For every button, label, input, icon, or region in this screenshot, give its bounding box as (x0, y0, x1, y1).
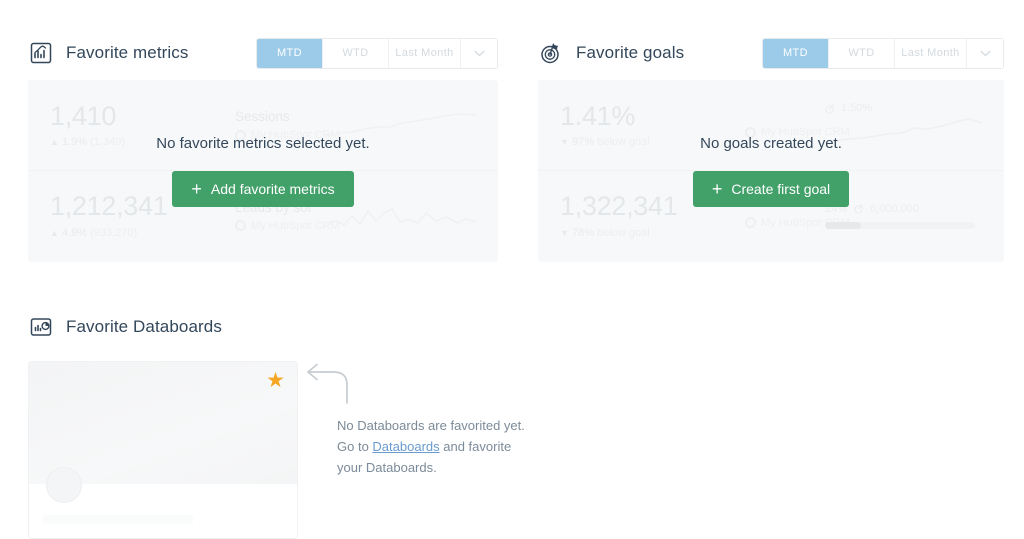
sparkline-goal-icon (832, 114, 982, 148)
add-favorite-metrics-label: Add favorite metrics (211, 181, 335, 197)
databoard-owner-avatar (46, 467, 82, 503)
empty-line-2-before: Go to (337, 439, 372, 454)
curved-arrow-left-icon (303, 363, 351, 405)
delta-arrow-icon: ▼ (560, 228, 569, 238)
ghost-goal-value: 1.41% (560, 102, 745, 130)
favorite-databoards-title: Favorite Databoards (66, 317, 222, 337)
databoard-placeholder-card[interactable]: ★ (28, 361, 298, 539)
plus-icon: + (712, 180, 723, 198)
ghost-goal-delta: ▼ 78% below goal (560, 227, 745, 239)
ghost-metric-value: 1,410 (50, 102, 235, 130)
create-first-goal-label: Create first goal (731, 181, 830, 197)
metrics-tab-last-month[interactable]: Last Month (389, 39, 461, 68)
delta-arrow-icon: ▲ (50, 137, 59, 147)
chevron-down-icon (980, 50, 991, 57)
target-value: 1.50% (841, 102, 872, 114)
source-dot-icon (235, 220, 246, 231)
favorite-goals-title: Favorite goals (576, 43, 684, 63)
databoard-card-icon (28, 314, 54, 340)
favorite-goals-section: Favorite goals MTD WTD Last Month 1.41% (538, 36, 1004, 262)
favorite-databoards-header: Favorite Databoards (28, 310, 498, 344)
ghost-goal-source: My HubSpot CRM (745, 217, 817, 229)
delta-arrow-icon: ▼ (560, 137, 569, 147)
target-small-icon (825, 103, 836, 114)
empty-line-2-after: and favorite (440, 439, 512, 454)
metrics-period-tabs[interactable]: MTD WTD Last Month (256, 38, 498, 69)
favorite-metrics-card: 1,410 ▲ 1.9% (1,349) Sessions My HubSpot… (28, 80, 498, 262)
delta-compare: below goal (597, 136, 650, 148)
databoard-title-placeholder (43, 515, 193, 524)
goal-progress-fill (825, 222, 861, 229)
databoards-link[interactable]: Databoards (372, 439, 439, 454)
star-filled-icon[interactable]: ★ (266, 370, 285, 391)
create-first-goal-button[interactable]: + Create first goal (693, 171, 849, 207)
target-value: 6,000,000 (870, 203, 919, 215)
delta-compare: (1,349) (90, 136, 125, 148)
databoard-thumbnail (29, 362, 297, 484)
delta-value: 97% (572, 136, 594, 148)
goal-progress-bar (825, 222, 975, 229)
delta-value: 78% (572, 227, 594, 239)
ghost-metric-delta: ▲ 4.9% (933,270) (50, 227, 235, 239)
empty-line-1: No Databoards are favorited yet. (337, 415, 563, 436)
favorite-goals-empty-message: No goals created yet. (700, 135, 842, 152)
goals-tab-last-month[interactable]: Last Month (895, 39, 967, 68)
metrics-tab-mtd[interactable]: MTD (257, 39, 323, 68)
target-flag-icon (538, 40, 564, 66)
chevron-down-icon (474, 50, 485, 57)
databoards-empty-text: No Databoards are favorited yet. Go to D… (337, 415, 563, 478)
favorite-metrics-header: Favorite metrics MTD WTD Last Month (28, 36, 498, 70)
goals-tabs-more-button[interactable] (967, 39, 1003, 68)
favorite-metrics-section: Favorite metrics MTD WTD Last Month 1,41… (28, 36, 498, 262)
delta-compare: (933,270) (90, 227, 137, 239)
empty-line-3: your Databoards. (337, 457, 563, 478)
target-small-icon (854, 203, 865, 214)
favorite-goals-header: Favorite goals MTD WTD Last Month (538, 36, 1004, 70)
source-dot-icon (745, 217, 756, 228)
ghost-metric-row: 1,410 ▲ 1.9% (1,349) Sessions My HubSpot… (28, 80, 498, 170)
ghost-metric-name: Sessions (235, 109, 311, 124)
favorite-metrics-title: Favorite metrics (66, 43, 189, 63)
ghost-goal-target: 1.50% (825, 102, 872, 114)
metrics-chart-card-icon (28, 40, 54, 66)
goals-tab-wtd[interactable]: WTD (829, 39, 895, 68)
databoards-empty-state: No Databoards are favorited yet. Go to D… (303, 363, 563, 478)
empty-line-2: Go to Databoards and favorite (337, 436, 563, 457)
delta-arrow-icon: ▲ (50, 228, 59, 238)
delta-compare: below goal (597, 227, 650, 239)
goals-tab-mtd[interactable]: MTD (763, 39, 829, 68)
metrics-tabs-more-button[interactable] (461, 39, 497, 68)
ghost-goal-row: 1.41% ▼ 97% below goal My HubSpot CRM (538, 80, 1004, 170)
delta-value: 4.9% (62, 227, 87, 239)
favorite-metrics-empty-message: No favorite metrics selected yet. (156, 135, 369, 152)
delta-value: 1.9% (62, 136, 87, 148)
ghost-metric-source: My HubSpot CRM (235, 220, 311, 232)
plus-icon: + (191, 180, 202, 198)
metrics-tab-wtd[interactable]: WTD (323, 39, 389, 68)
dashboard-page: Favorite metrics MTD WTD Last Month 1,41… (0, 0, 1024, 539)
add-favorite-metrics-button[interactable]: + Add favorite metrics (172, 171, 353, 207)
goals-period-tabs[interactable]: MTD WTD Last Month (762, 38, 1004, 69)
favorite-goals-card: 1.41% ▼ 97% below goal My HubSpot CRM (538, 80, 1004, 262)
